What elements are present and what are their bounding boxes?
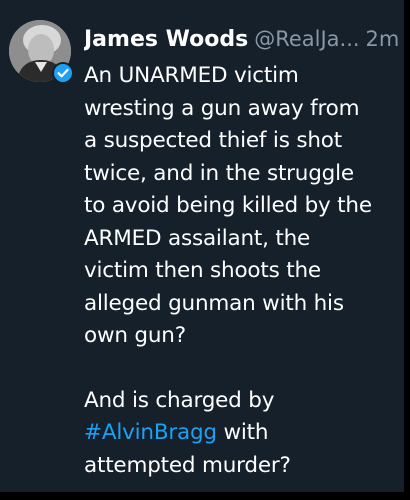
verified-badge-icon [54,64,72,82]
tweet-line: And is charged by [84,387,275,413]
hashtag-link[interactable]: #AlvinBragg [84,420,217,445]
tweet-line: to avoid being killed by the [84,193,372,218]
tweet-line: own gun? [84,323,186,348]
verified-badge [52,62,74,84]
tweet-line: An UNARMED victim [84,63,299,88]
tweet-line-fragment: with [216,420,269,445]
tweet-timestamp[interactable]: 2m [366,27,400,51]
tweet-paragraph-1: An UNARMED victim wresting a gun away fr… [84,60,400,353]
tweet-line: attempted murder? [84,452,291,478]
tweet-line: a suspected thief is shot [84,128,342,153]
tweet-paragraph-2: And is charged by #AlvinBragg with attem… [84,385,400,483]
author-name[interactable]: James Woods [84,27,248,52]
tweet-card[interactable]: James Woods @RealJa... 2m An UNARMED victi… [0,0,404,492]
tweet-line: victim then shoots the [84,258,321,283]
tweet-line: twice, and in the struggle [84,160,354,186]
author-handle[interactable]: @RealJa... [254,27,359,51]
tweet-line: wresting a gun away from [84,95,360,121]
tweet-text: An UNARMED victim wresting a gun away fr… [84,60,400,482]
tweet-header: James Woods @RealJa... 2m [84,22,402,56]
tweet-line: ARMED assailant, the [84,225,311,251]
tweet-line: alleged gunman with his [84,290,344,316]
